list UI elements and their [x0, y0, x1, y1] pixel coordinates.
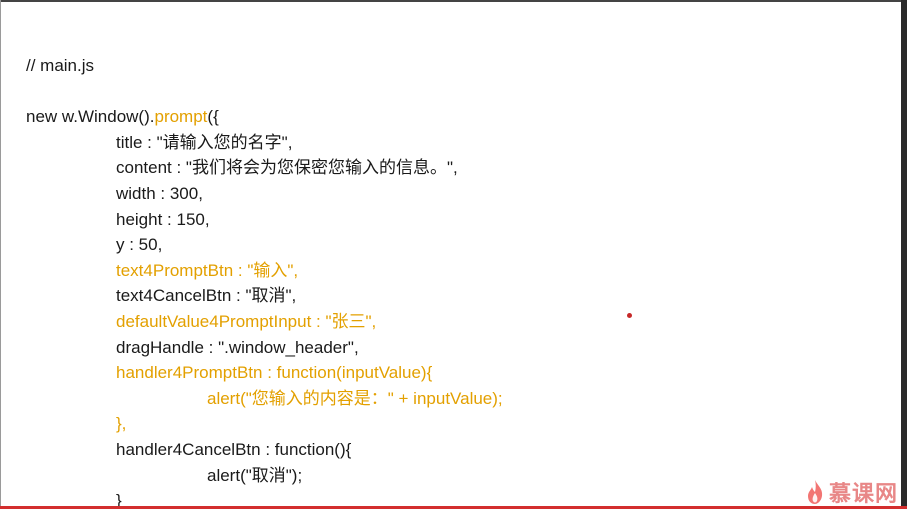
code-prompt-method: prompt: [154, 107, 208, 127]
code-width: width : 300,: [116, 183, 203, 203]
left-border: [0, 0, 1, 509]
code-handler-cancel: handler4CancelBtn : function(){: [116, 439, 352, 459]
code-alert-cancel: alert("取消");: [207, 465, 303, 485]
top-border: [0, 0, 907, 2]
code-comment: // main.js: [26, 56, 95, 75]
code-window-ctor: new w.Window().: [26, 107, 155, 127]
code-open-brace: ({: [207, 107, 219, 127]
code-text4cancelbtn: text4CancelBtn : "取消",: [116, 286, 297, 306]
flame-icon: [808, 480, 823, 504]
code-height: height : 150,: [116, 209, 210, 229]
logo-text: 慕课网: [829, 482, 899, 507]
code-content: content : "我们将会为您保密您输入的信息。",: [116, 158, 458, 178]
imooc-logo: 慕课网: [805, 476, 898, 508]
code-y: y : 50,: [116, 235, 163, 255]
code-text4promptbtn: text4PromptBtn : "输入",: [116, 260, 299, 280]
code-draghandle: dragHandle : ".window_header",: [116, 337, 359, 357]
cursor-dot: [627, 313, 632, 318]
code-prompt-call: new w.Window().prompt({: [26, 104, 503, 130]
code-block: // main.js new w.Window().prompt({ title…: [26, 53, 503, 509]
slide-frame: // main.js new w.Window().prompt({ title…: [0, 0, 907, 509]
code-defaultvalue: defaultValue4PromptInput : "张三",: [116, 311, 377, 331]
code-close-prompt: },: [116, 414, 127, 434]
code-alert-prompt: alert("您输入的内容是：" + inputValue);: [207, 388, 503, 408]
code-handler-prompt: handler4PromptBtn : function(inputValue)…: [116, 363, 433, 383]
code-title: title : "请输入您的名字",: [116, 132, 293, 152]
right-border: [901, 0, 907, 509]
